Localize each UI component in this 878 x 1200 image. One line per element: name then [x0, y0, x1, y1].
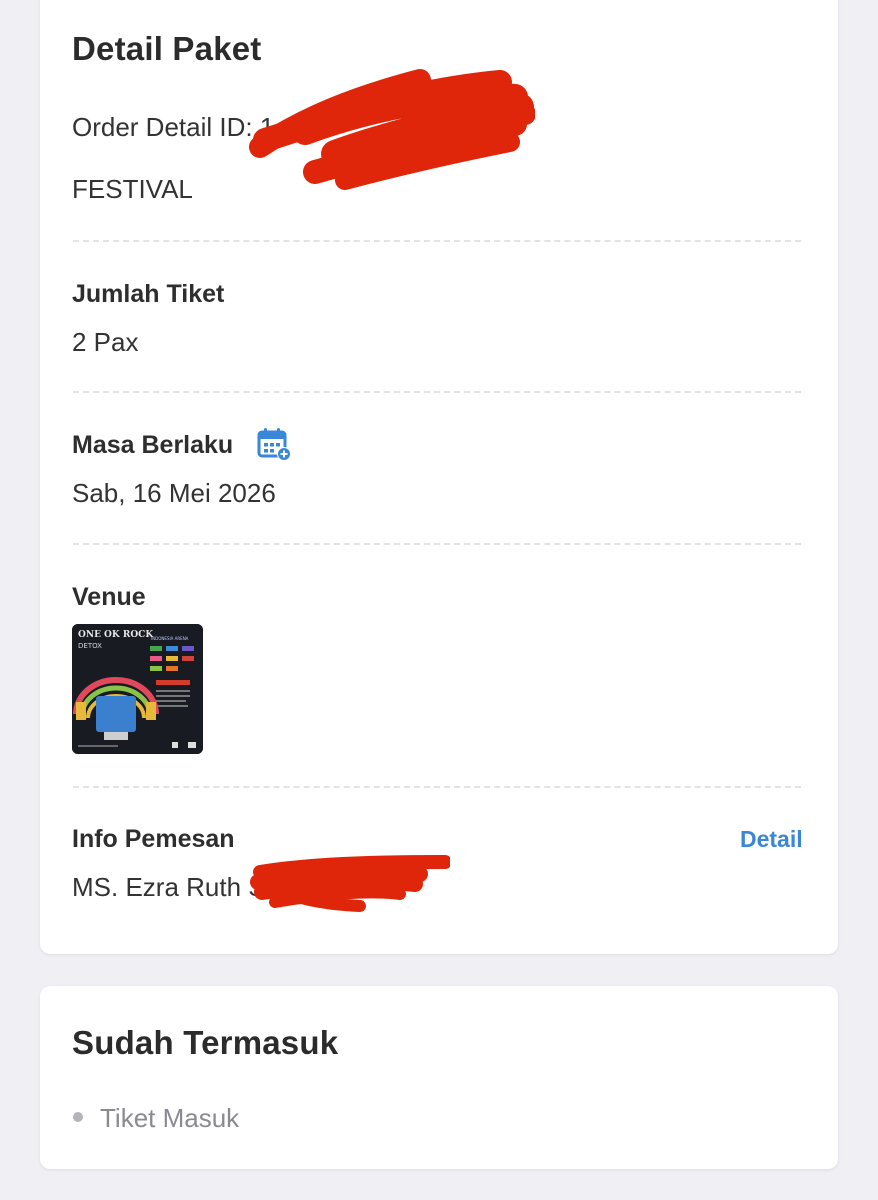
venue-map-thumbnail[interactable]: ONE OK ROCK DETOX INDONESIA ARENA — [72, 624, 203, 754]
section-divider — [73, 391, 801, 393]
list-bullet — [73, 1112, 83, 1122]
map-title-line1: ONE OK ROCK — [78, 630, 154, 640]
booker-detail-link[interactable]: Detail — [740, 826, 803, 853]
venue-seating-map-image: ONE OK ROCK DETOX INDONESIA ARENA — [72, 624, 203, 754]
package-detail-title: Detail Paket — [72, 30, 262, 67]
map-header: INDONESIA ARENA — [151, 636, 189, 641]
validity-date: Sab, 16 Mei 2026 — [72, 478, 276, 508]
booker-info-label: Info Pemesan — [72, 825, 235, 853]
calendar-add-icon[interactable] — [256, 426, 292, 462]
section-divider — [73, 786, 801, 788]
redaction-scribble — [249, 69, 535, 190]
map-title-line2: DETOX — [78, 642, 102, 650]
ticket-count-value: 2 Pax — [72, 327, 139, 357]
ticket-count-label: Jumlah Tiket — [72, 280, 225, 308]
validity-label: Masa Berlaku — [72, 431, 234, 459]
section-divider — [73, 240, 801, 242]
included-title: Sudah Termasuk — [72, 1024, 339, 1061]
included-items-card: Sudah Termasuk Tiket Masuk — [40, 986, 838, 1169]
redaction-scribble — [250, 855, 450, 912]
package-detail-card: Detail Paket Order Detail ID: 1 FESTIVAL… — [40, 0, 838, 954]
booker-name: MS. Ezra Ruth S — [72, 872, 266, 902]
venue-label: Venue — [72, 583, 146, 611]
order-detail-id: Order Detail ID: 1 — [72, 112, 275, 142]
included-item: Tiket Masuk — [100, 1103, 240, 1133]
section-divider — [73, 543, 801, 545]
ticket-category: FESTIVAL — [72, 174, 193, 204]
